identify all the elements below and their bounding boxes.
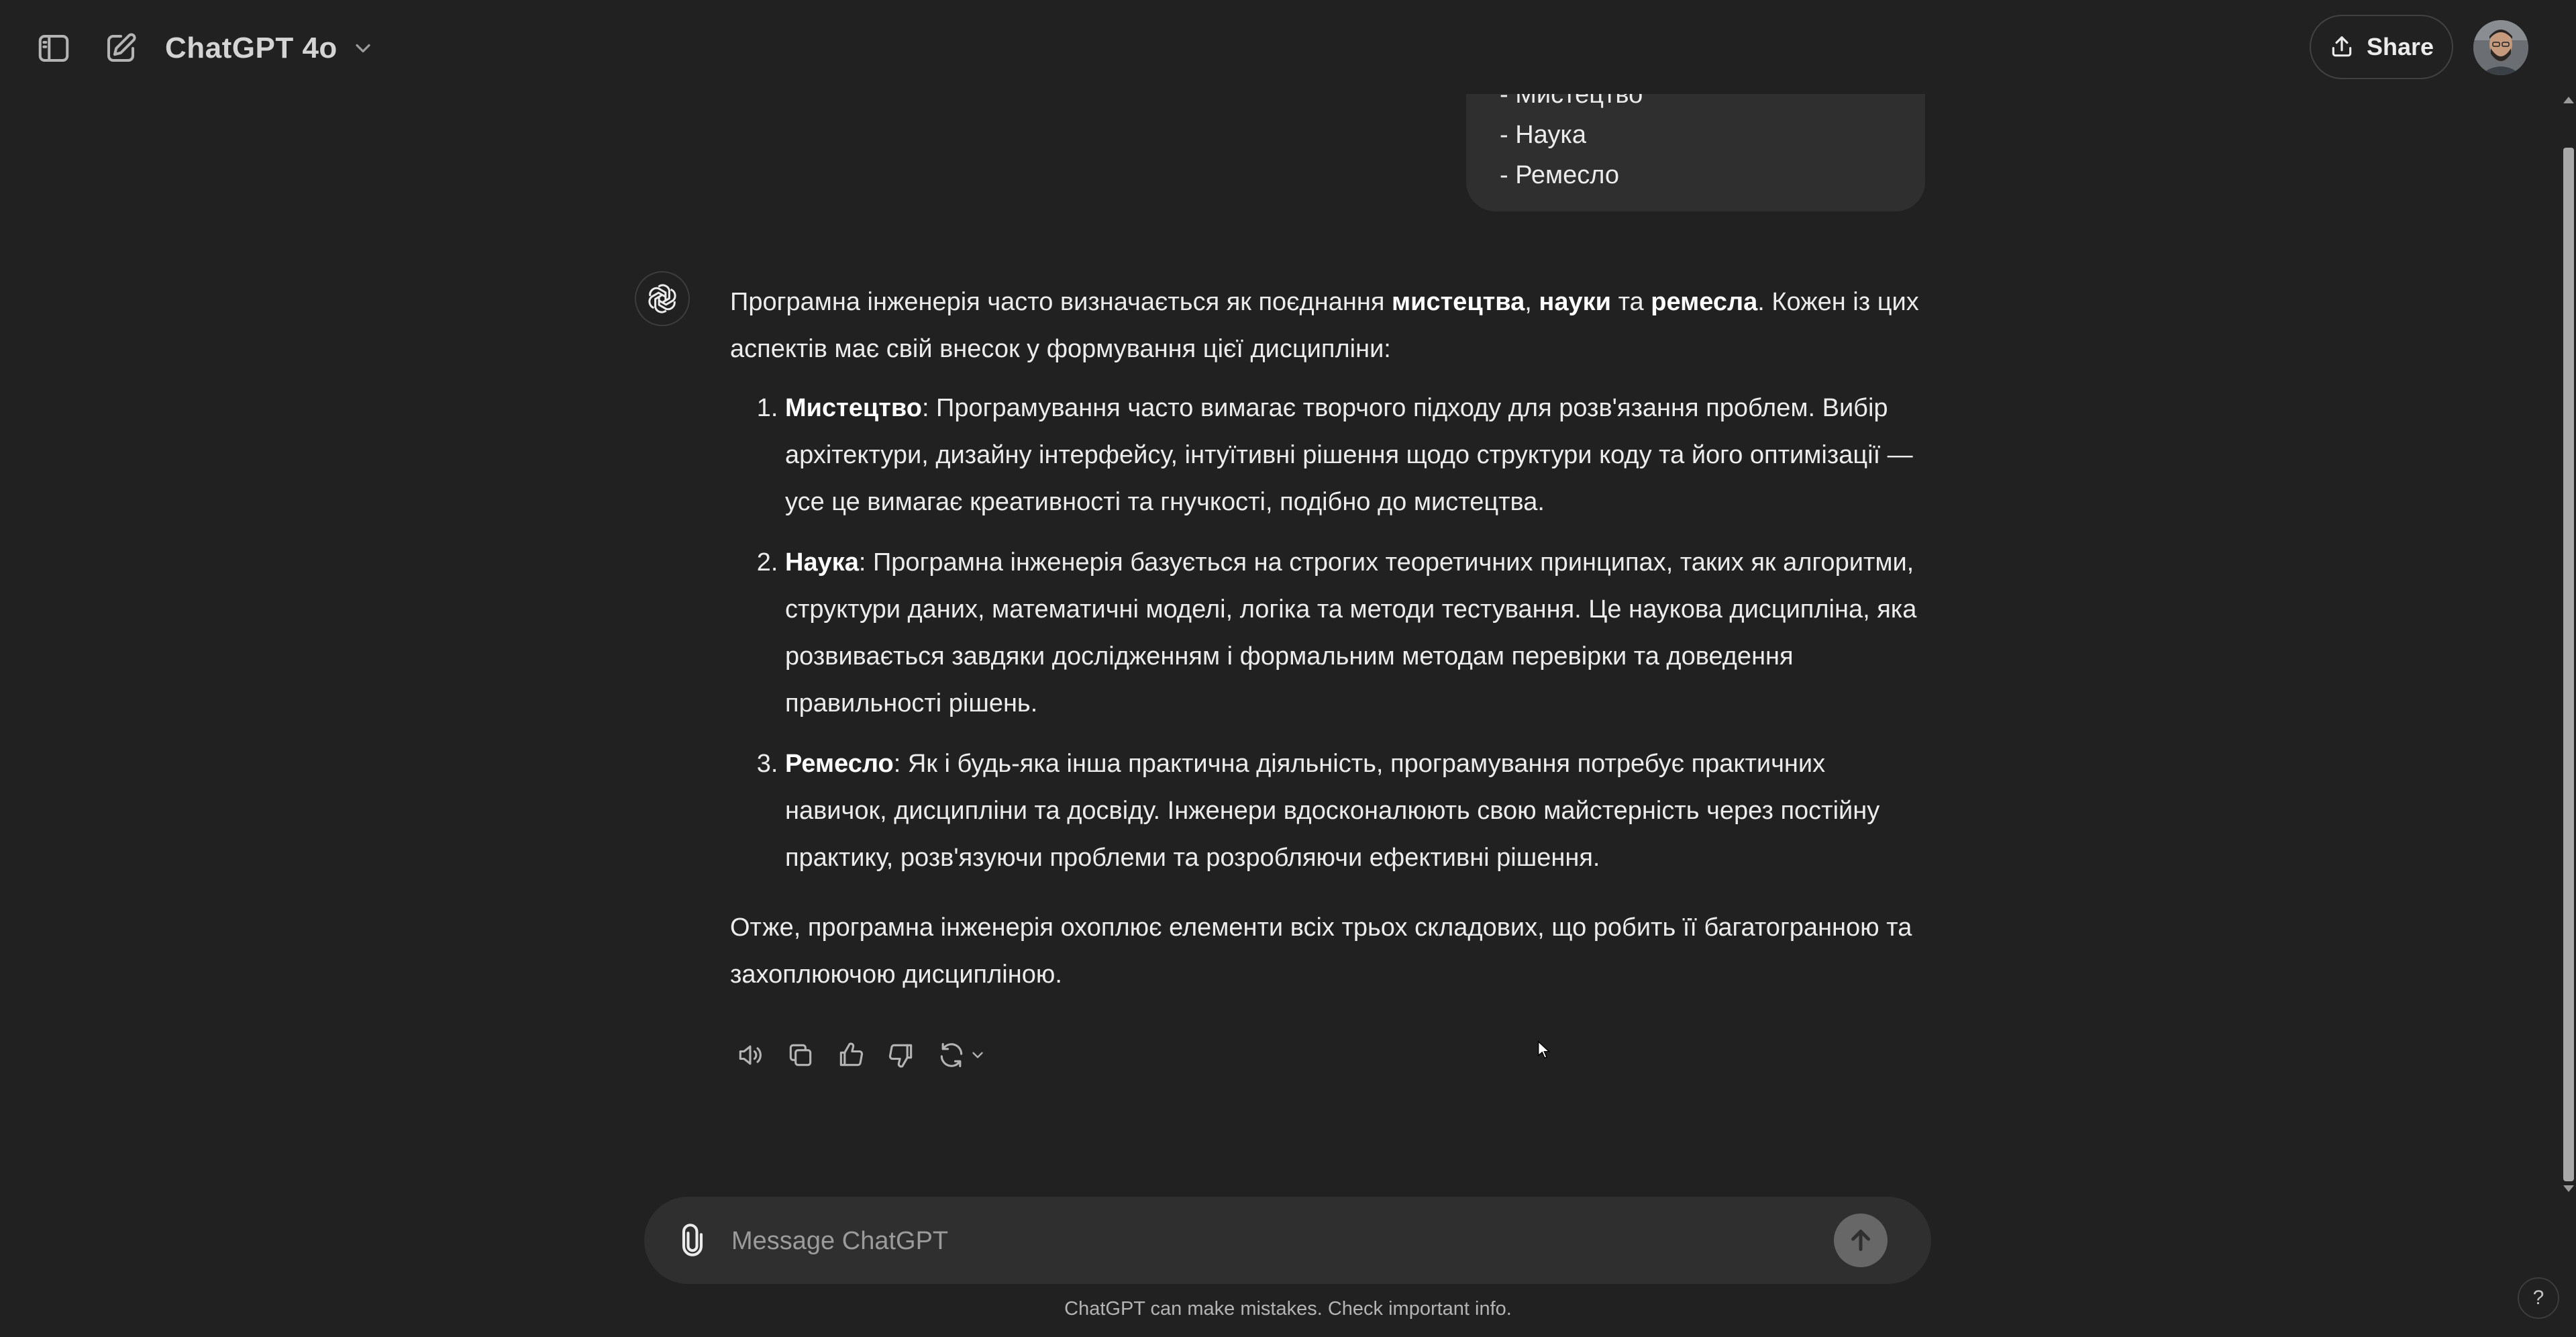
model-selector[interactable]: ChatGPT 4o	[165, 27, 375, 70]
share-button[interactable]: Share	[2310, 15, 2453, 79]
list-item-text: : Програмування часто вимагає творчого п…	[785, 394, 1913, 516]
intro-text: та	[1611, 288, 1651, 316]
share-label: Share	[2366, 33, 2434, 60]
regenerate-icon	[940, 1042, 963, 1068]
regenerate-button[interactable]	[931, 1035, 992, 1075]
read-aloud-icon[interactable]	[730, 1035, 770, 1075]
list-item-text: : Програмна інженерія базується на строг…	[785, 548, 1917, 717]
user-message-bubble: - Мистецтво - Наука - Ремесло	[1466, 94, 1925, 211]
openai-logo-icon	[648, 284, 676, 313]
scroll-down-arrow-icon[interactable]	[2563, 1185, 2574, 1192]
thumbs-up-icon[interactable]	[831, 1035, 871, 1075]
intro-bold-science: науки	[1539, 288, 1612, 316]
list-item-title: Мистецтво	[785, 394, 922, 422]
model-name: ChatGPT 4o	[165, 32, 338, 64]
message-composer	[644, 1197, 1931, 1284]
help-button[interactable]: ?	[2518, 1277, 2559, 1319]
list-item: Наука: Програмна інженерія базується на …	[785, 539, 1931, 727]
message-actions	[730, 1035, 1002, 1075]
new-chat-edit-icon[interactable]	[99, 27, 142, 70]
send-button[interactable]	[1834, 1214, 1888, 1267]
chevron-down-icon	[356, 44, 370, 53]
disclaimer-text: ChatGPT can make mistakes. Check importa…	[1064, 1298, 1512, 1320]
attach-paperclip-icon[interactable]	[671, 1219, 714, 1262]
mouse-cursor-icon	[1537, 1040, 1551, 1059]
arrow-up-icon	[1851, 1230, 1870, 1251]
intro-text: Програмна інженерія часто визначається я…	[730, 288, 1392, 316]
user-message-line: - Мистецтво	[1500, 94, 1643, 109]
chevron-down-icon	[972, 1052, 983, 1058]
list-item: Мистецтво: Програмування часто вимагає т…	[785, 385, 1931, 526]
scroll-up-arrow-icon[interactable]	[2563, 97, 2574, 103]
sidebar-toggle-icon[interactable]	[32, 27, 75, 70]
scrollbar-thumb[interactable]	[2563, 148, 2574, 1181]
assistant-message: Програмна інженерія часто визначається я…	[730, 279, 1931, 998]
list-item-title: Ремесло	[785, 750, 894, 778]
list-item: Ремесло: Як і будь-яка інша практична ді…	[785, 740, 1931, 881]
intro-bold-craft: ремесла	[1651, 288, 1758, 316]
message-input[interactable]	[730, 1217, 1820, 1265]
user-message-line: - Наука	[1500, 121, 1586, 149]
list-item-text: : Як і будь-яка інша практична діяльніст…	[785, 750, 1880, 872]
top-bar: ChatGPT 4o Share	[0, 0, 2576, 94]
copy-icon[interactable]	[780, 1035, 821, 1075]
list-item-title: Наука	[785, 548, 859, 577]
assistant-avatar	[635, 271, 690, 326]
intro-text: ,	[1525, 288, 1539, 316]
user-message-line: - Ремесло	[1500, 161, 1620, 189]
chat-window: ChatGPT 4o Share - Мистецтво - Наука - Р…	[0, 0, 2576, 1337]
thumbs-down-icon[interactable]	[881, 1035, 921, 1075]
share-upload-icon	[2332, 36, 2352, 57]
intro-bold-art: мистецтва	[1391, 288, 1525, 316]
aspects-list: Мистецтво: Програмування часто вимагає т…	[730, 385, 1931, 881]
assistant-intro-paragraph: Програмна інженерія часто визначається я…	[730, 279, 1931, 373]
assistant-closing-paragraph: Отже, програмна інженерія охоплює елемен…	[730, 913, 1912, 989]
user-avatar[interactable]	[2473, 20, 2528, 75]
